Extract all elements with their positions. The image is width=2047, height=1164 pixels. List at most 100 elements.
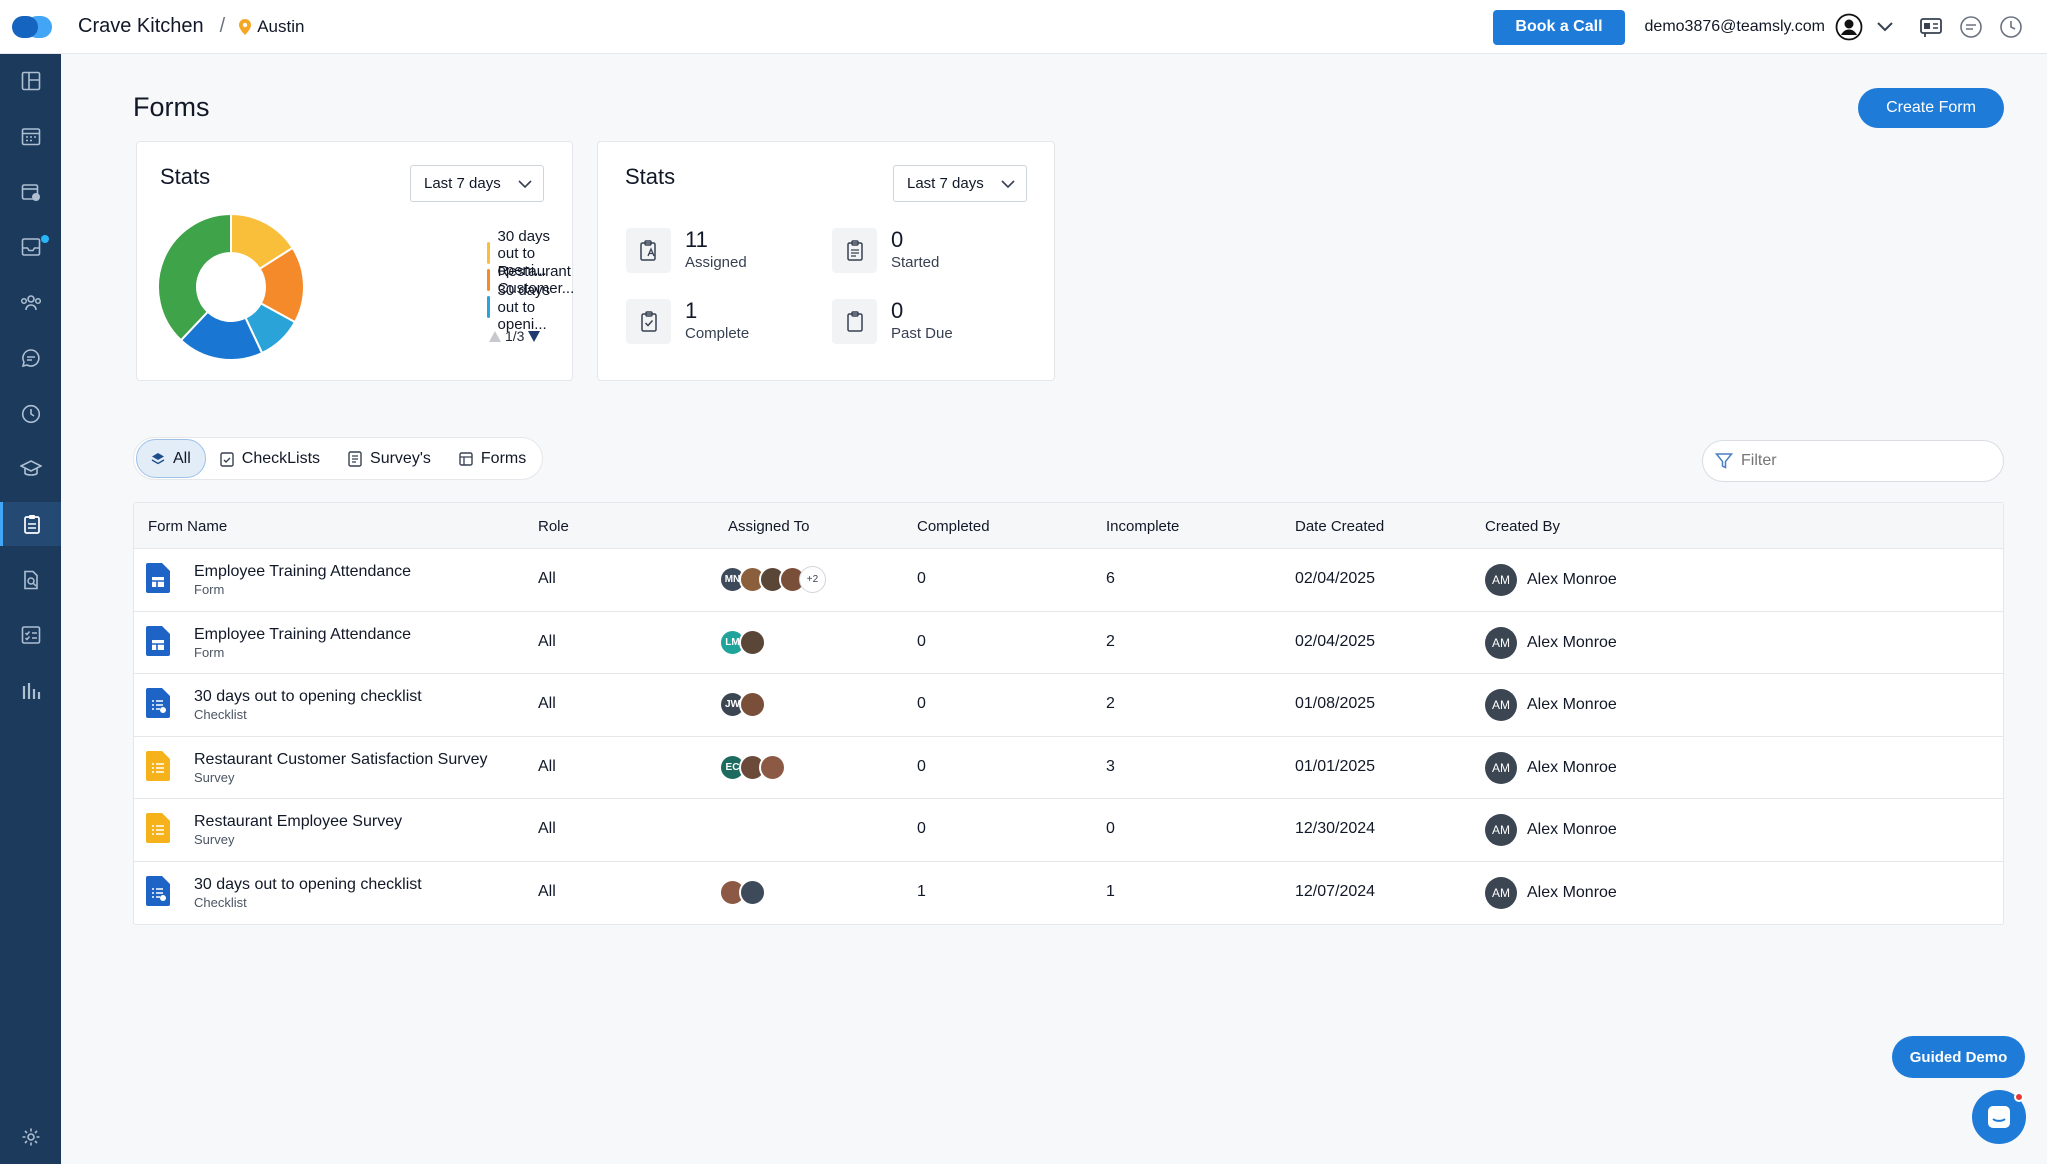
form-type: Survey — [194, 832, 235, 847]
role-cell: All — [538, 882, 556, 900]
sidebar-item-dashboard[interactable] — [0, 59, 61, 103]
dashboard-icon — [21, 71, 40, 91]
stat-value: 1 — [685, 298, 698, 323]
checklist-icon — [220, 451, 234, 467]
filter-field[interactable] — [1702, 440, 2004, 482]
form-type: Form — [194, 644, 225, 660]
table-row[interactable]: Employee Training Attendance Form All LM 0 2 0… — [134, 612, 2003, 674]
form-name-cell[interactable]: Restaurant Employee Survey Survey — [194, 813, 402, 847]
assignee-avatar[interactable] — [739, 628, 766, 656]
messages-icon[interactable] — [1957, 13, 1985, 41]
clock-icon[interactable] — [1997, 13, 2025, 41]
triangle-up-icon[interactable] — [489, 330, 501, 342]
table-row[interactable]: Restaurant Employee Survey Survey All 0 0 12/… — [134, 799, 2003, 862]
table-row[interactable]: 30 days out to opening checklist Checklis… — [134, 674, 2003, 737]
date-range-dropdown[interactable]: Last 7 days — [893, 165, 1027, 202]
completed-cell: 1 — [917, 882, 926, 900]
legend-item[interactable]: 30 days out to openi... — [487, 282, 572, 333]
filter-input[interactable] — [1741, 452, 1981, 470]
triangle-down-icon[interactable] — [528, 330, 541, 342]
assigned-to-cell[interactable]: LM — [719, 628, 766, 656]
form-name-cell[interactable]: 30 days out to opening checklist Checklis… — [194, 688, 422, 722]
column-header[interactable]: Created By — [1485, 518, 1560, 535]
legend-pager: 1/3 — [489, 328, 541, 344]
graduation-cap-icon — [19, 460, 42, 476]
book-a-call-button[interactable]: Book a Call — [1493, 9, 1625, 45]
column-header[interactable]: Form Name — [148, 518, 227, 535]
table-row[interactable]: Employee Training Attendance Form All MN +2 0… — [134, 549, 2003, 612]
created-by-cell: AM Alex Monroe — [1485, 751, 1617, 784]
creator-name: Alex Monroe — [1527, 571, 1617, 588]
form-name-cell[interactable]: Employee Training Attendance Form — [194, 563, 411, 597]
location-pin-icon — [239, 18, 252, 35]
tab-checklists[interactable]: CheckLists — [206, 439, 334, 478]
user-avatar-icon[interactable] — [1835, 13, 1863, 41]
more-assignees-badge[interactable]: +2 — [799, 566, 826, 593]
sidebar-item-tasks[interactable] — [0, 613, 61, 657]
chevron-down-icon[interactable] — [1871, 13, 1899, 41]
form-name[interactable]: Restaurant Employee Survey — [194, 813, 402, 831]
form-name[interactable]: Restaurant Customer Satisfaction Survey — [194, 751, 487, 769]
tab-forms[interactable]: Forms — [445, 439, 540, 478]
sidebar-item-team[interactable] — [0, 281, 61, 325]
form-name-cell[interactable]: Restaurant Customer Satisfaction Survey S… — [194, 751, 487, 785]
form-name[interactable]: 30 days out to opening checklist — [194, 876, 422, 894]
form-type-tabs: All CheckLists Survey's Forms — [133, 437, 544, 480]
assigned-to-cell[interactable]: JW — [719, 691, 766, 718]
calendar-icon — [21, 128, 40, 146]
sidebar-item-timeclock[interactable] — [0, 392, 61, 436]
column-header[interactable]: Assigned To — [728, 518, 809, 535]
legend-item[interactable]: 30 days out to openi... — [487, 228, 572, 279]
column-header[interactable]: Date Created — [1295, 518, 1384, 535]
assigned-to-cell[interactable] — [719, 878, 766, 906]
brand-name[interactable]: Crave Kitchen — [78, 15, 204, 38]
app-logo[interactable] — [12, 14, 52, 40]
document-search-icon — [23, 570, 38, 590]
stat-value: 0 — [891, 227, 904, 252]
create-form-button[interactable]: Create Form — [1858, 88, 2004, 128]
layers-icon — [151, 452, 165, 464]
column-header[interactable]: Completed — [917, 518, 990, 535]
table-row[interactable]: Restaurant Customer Satisfaction Survey S… — [134, 737, 2003, 799]
creator-avatar: AM — [1485, 564, 1517, 596]
user-email[interactable]: demo3876@teamsly.com — [1645, 18, 1825, 36]
dropdown-value: Last 7 days — [424, 175, 501, 192]
assigned-to-cell[interactable]: EC — [719, 753, 786, 781]
assignee-avatar[interactable] — [759, 753, 786, 781]
tab-label: Forms — [480, 449, 527, 467]
form-name[interactable]: Employee Training Attendance — [194, 563, 411, 581]
sidebar-item-time-off[interactable] — [0, 170, 61, 214]
sidebar-item-chat[interactable] — [0, 336, 61, 380]
form-name-cell[interactable]: 30 days out to opening checklist Checklis… — [194, 876, 422, 910]
form-name[interactable]: Employee Training Attendance — [194, 626, 411, 644]
creator-name: Alex Monroe — [1527, 696, 1617, 713]
column-header[interactable]: Role — [538, 518, 569, 535]
support-chat-button[interactable] — [1972, 1090, 2026, 1144]
assignee-avatar[interactable] — [739, 691, 766, 718]
form-type: Checklist — [194, 707, 247, 722]
table-row[interactable]: 30 days out to opening checklist Checklis… — [134, 862, 2003, 925]
assignee-avatar[interactable] — [739, 878, 766, 906]
date-created-cell: 02/04/2025 — [1295, 570, 1376, 587]
sidebar-item-schedule[interactable] — [0, 114, 61, 158]
column-header[interactable]: Incomplete — [1106, 518, 1179, 535]
sidebar-item-inbox[interactable] — [0, 225, 61, 269]
sidebar-item-forms[interactable] — [0, 502, 61, 546]
assigned-to-cell[interactable]: MN +2 — [719, 566, 826, 593]
sidebar-item-training[interactable] — [0, 447, 61, 491]
announcement-icon[interactable] — [1917, 13, 1945, 41]
sidebar-item-documents[interactable] — [0, 558, 61, 602]
sidebar-item-reports[interactable] — [0, 669, 61, 713]
tab-surveys[interactable]: Survey's — [334, 439, 445, 478]
calendar-clock-icon — [21, 184, 40, 201]
bar-chart-icon — [22, 683, 40, 699]
form-name-cell[interactable]: Employee Training Attendance Form — [194, 626, 411, 660]
date-range-dropdown[interactable]: Last 7 days — [410, 165, 544, 202]
form-name[interactable]: 30 days out to opening checklist — [194, 688, 422, 706]
location-selector[interactable]: Austin — [257, 17, 304, 37]
guided-demo-button[interactable]: Guided Demo — [1892, 1036, 2025, 1078]
sidebar-item-settings[interactable] — [0, 1115, 61, 1159]
creator-avatar: AM — [1485, 876, 1517, 909]
stat-past-due: 0 Past Due — [832, 299, 953, 344]
tab-all[interactable]: All — [136, 439, 206, 478]
